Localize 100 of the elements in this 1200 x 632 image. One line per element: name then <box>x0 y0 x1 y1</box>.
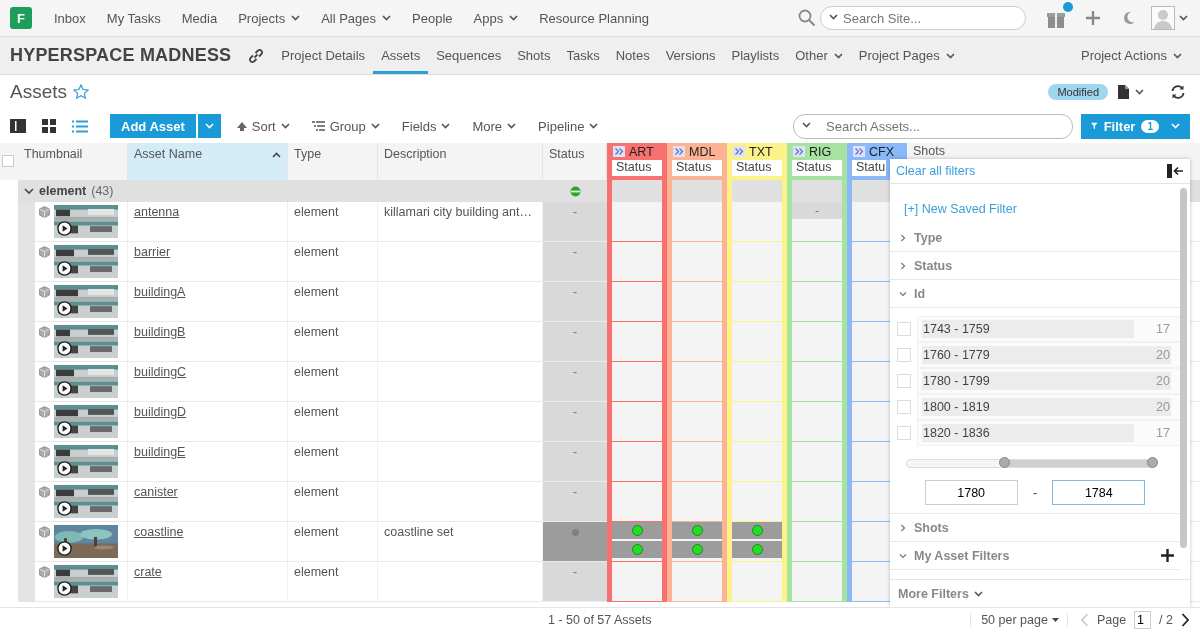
nav-link[interactable]: Projects <box>238 10 301 26</box>
option-checkbox[interactable] <box>897 374 911 388</box>
next-page-icon[interactable] <box>1181 613 1190 627</box>
task-status[interactable] <box>612 541 662 558</box>
column-header[interactable]: Asset Name <box>128 143 288 180</box>
range-max-field[interactable]: 1784 <box>1052 480 1146 505</box>
option-label[interactable]: 1820 - 1836 <box>921 426 1157 440</box>
page-number-field[interactable]: 1 <box>1134 611 1152 629</box>
step-header[interactable]: MDL Status <box>667 143 727 180</box>
project-tab[interactable]: Playlists <box>723 37 788 74</box>
plus-icon[interactable] <box>1161 549 1174 562</box>
project-actions-menu[interactable]: Project Actions <box>1073 37 1190 74</box>
option-checkbox[interactable] <box>897 426 911 440</box>
expand-icon[interactable] <box>793 146 805 157</box>
filter-section-header[interactable]: My Asset Filters <box>890 542 1180 570</box>
search-icon[interactable] <box>798 9 816 27</box>
option-label[interactable]: 1743 - 1759 <box>921 322 1157 336</box>
asset-link[interactable]: buildingD <box>134 405 187 419</box>
option-label[interactable]: 1800 - 1819 <box>921 400 1157 414</box>
collapse-panel-icon[interactable] <box>1167 164 1184 178</box>
nav-link[interactable]: People <box>412 10 453 26</box>
asset-link[interactable]: buildingE <box>134 445 186 459</box>
project-tab[interactable]: Project Pages <box>850 37 963 74</box>
toolbar-menu[interactable]: Group <box>311 118 380 134</box>
avatar-icon[interactable] <box>1151 6 1175 30</box>
filter-section-header[interactable]: Status <box>890 252 1180 280</box>
nav-link[interactable]: Resource Planning <box>539 10 650 26</box>
asset-link[interactable]: barrier <box>134 245 171 259</box>
status-cell[interactable] <box>543 522 607 562</box>
option-label[interactable]: 1780 - 1799 <box>921 374 1157 388</box>
asset-link[interactable]: antenna <box>134 205 180 219</box>
option-checkbox[interactable] <box>897 348 911 362</box>
play-icon[interactable] <box>57 381 72 396</box>
play-icon[interactable] <box>57 301 72 316</box>
star-icon[interactable] <box>73 84 90 100</box>
view-mode-button[interactable] <box>42 119 56 133</box>
search-field[interactable]: Search Site... <box>820 6 1026 30</box>
view-mode-button[interactable] <box>10 119 26 133</box>
step-header[interactable]: TXT Status <box>727 143 787 180</box>
play-icon[interactable] <box>57 421 72 436</box>
toolbar-menu[interactable]: Pipeline <box>538 118 599 134</box>
toolbar-menu[interactable]: More <box>472 118 517 134</box>
expand-icon[interactable] <box>853 146 865 157</box>
search-field[interactable]: Search Assets... <box>793 113 1073 139</box>
expand-icon[interactable] <box>673 146 685 157</box>
refresh-icon[interactable] <box>1170 84 1186 100</box>
filter-section-header[interactable]: Shots <box>890 514 1180 542</box>
option-label[interactable]: 1760 - 1779 <box>921 348 1157 362</box>
slider-thumb[interactable] <box>1147 457 1158 468</box>
select-all-checkbox[interactable] <box>2 155 14 167</box>
project-tab[interactable]: Project Details <box>273 37 374 74</box>
range-min-field[interactable]: 1780 <box>924 480 1018 505</box>
option-checkbox[interactable] <box>897 400 911 414</box>
play-icon[interactable] <box>57 461 72 476</box>
play-icon[interactable] <box>57 541 72 556</box>
project-tab[interactable]: Assets <box>373 37 429 74</box>
toolbar-menu[interactable]: Fields <box>401 118 451 134</box>
project-tab[interactable]: Shots <box>509 37 559 74</box>
more-filters-menu[interactable]: More Filters <box>898 586 983 601</box>
column-header[interactable]: Description <box>378 143 543 180</box>
link-icon[interactable] <box>247 46 266 65</box>
task-status[interactable] <box>612 522 662 539</box>
column-header[interactable]: Shots <box>913 144 945 158</box>
expand-icon[interactable] <box>733 146 745 157</box>
option-checkbox[interactable] <box>897 322 911 336</box>
toolbar-menu[interactable]: Sort <box>236 118 290 134</box>
nav-link[interactable]: Inbox <box>54 10 86 26</box>
project-tab[interactable]: Other <box>787 37 851 74</box>
play-icon[interactable] <box>57 221 72 236</box>
play-icon[interactable] <box>57 341 72 356</box>
add-options-button[interactable] <box>197 114 221 138</box>
project-tab[interactable]: Notes <box>607 37 658 74</box>
document-icon[interactable] <box>1118 85 1129 99</box>
task-status[interactable] <box>672 522 722 539</box>
nav-link[interactable]: Apps <box>473 10 519 26</box>
asset-link[interactable]: canister <box>134 485 178 499</box>
step-header[interactable]: RIG Status <box>787 143 847 180</box>
play-icon[interactable] <box>57 581 72 596</box>
column-header[interactable]: Type <box>288 143 378 180</box>
nav-link[interactable]: All Pages <box>321 10 392 26</box>
project-tab[interactable]: Sequences <box>428 37 510 74</box>
task-status[interactable] <box>732 522 782 539</box>
asset-link[interactable]: buildingC <box>134 365 187 379</box>
expand-icon[interactable] <box>613 146 625 157</box>
filter-section-header[interactable]: Type <box>890 224 1180 252</box>
asset-link[interactable]: buildingB <box>134 325 186 339</box>
filter-section-header[interactable]: Id <box>890 280 1180 308</box>
task-status[interactable] <box>672 541 722 558</box>
asset-link[interactable]: coastline <box>134 525 184 539</box>
play-icon[interactable] <box>57 501 72 516</box>
nav-link[interactable]: My Tasks <box>106 10 161 26</box>
asset-link[interactable]: crate <box>134 565 162 579</box>
asset-link[interactable]: buildingA <box>134 285 186 299</box>
play-icon[interactable] <box>57 261 72 276</box>
project-tab[interactable]: Tasks <box>558 37 608 74</box>
column-header[interactable]: Thumbnail <box>18 143 128 180</box>
step-header[interactable]: ART Status <box>607 143 667 180</box>
per-page-menu[interactable]: 50 per page <box>970 613 1068 627</box>
group-header[interactable]: element (43) <box>18 180 543 202</box>
moon-icon[interactable] <box>1122 11 1135 25</box>
